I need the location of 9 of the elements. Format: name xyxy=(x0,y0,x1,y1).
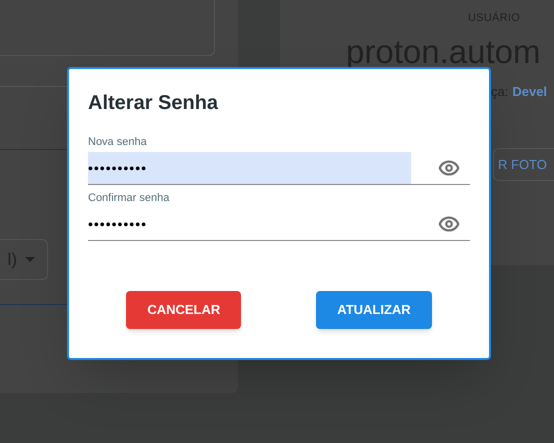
cancel-button[interactable]: CANCELAR xyxy=(126,291,242,329)
caret-icon xyxy=(25,257,35,262)
field-label: Confirmar senha xyxy=(88,191,170,205)
password-field[interactable]: •••••••••• xyxy=(88,152,411,184)
photo-button[interactable]: R FOTO xyxy=(493,148,554,181)
field-label: Nova senha xyxy=(88,135,148,149)
dialog-title: Alterar Senha xyxy=(88,91,220,115)
update-button[interactable]: ATUALIZAR xyxy=(316,291,432,329)
detail-value: Devel xyxy=(512,82,548,100)
